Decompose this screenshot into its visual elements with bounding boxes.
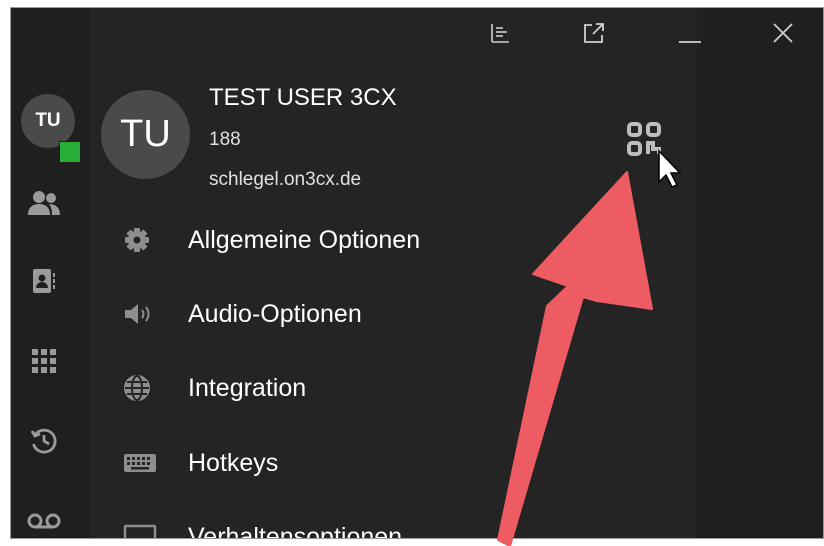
qr-code-icon[interactable] — [625, 120, 663, 158]
sidebar-avatar[interactable]: TU — [21, 94, 75, 148]
history-icon[interactable] — [27, 426, 61, 456]
status-indicator — [59, 141, 81, 163]
menu-item-general-options[interactable]: Allgemeine Optionen — [123, 218, 420, 262]
profile-name: TEST USER 3CX — [209, 84, 397, 111]
minimize-icon[interactable] — [675, 18, 705, 48]
menu-item-label: Verhaltensoptionen — [188, 522, 403, 539]
menu-item-integration[interactable]: Integration — [123, 366, 306, 410]
close-icon[interactable] — [768, 18, 798, 48]
menu-item-label: Hotkeys — [188, 448, 279, 477]
speaker-icon — [123, 299, 163, 329]
menu-item-label: Allgemeine Optionen — [188, 225, 421, 254]
profile-extension: 188 — [209, 129, 241, 150]
chart-icon[interactable] — [485, 18, 515, 48]
monitor-icon — [123, 522, 163, 538]
menu-item-behavior-options[interactable]: Verhaltensoptionen — [123, 515, 403, 539]
voicemail-icon[interactable] — [27, 506, 61, 536]
dialpad-icon[interactable] — [27, 346, 61, 376]
globe-icon — [123, 373, 163, 403]
profile-avatar-initials: TU — [120, 113, 171, 155]
keyboard-icon — [123, 448, 163, 478]
gear-icon — [123, 225, 163, 255]
menu-item-label: Audio-Optionen — [188, 299, 362, 328]
menu-item-label: Integration — [188, 373, 307, 402]
menu-item-audio-options[interactable]: Audio-Optionen — [123, 292, 362, 336]
sidebar-avatar-initials: TU — [35, 110, 61, 131]
pane-divider — [697, 48, 698, 538]
contacts-icon[interactable] — [27, 188, 61, 218]
profile-avatar[interactable]: TU — [101, 90, 190, 179]
menu-item-hotkeys[interactable]: Hotkeys — [123, 441, 278, 485]
app-window: TU TU TEST USER 3CX 188 schlegel.on3cx.d… — [10, 7, 824, 539]
profile-host: schlegel.on3cx.de — [209, 169, 362, 190]
popout-icon[interactable] — [579, 18, 609, 48]
right-pane — [697, 8, 823, 538]
address-book-icon[interactable] — [27, 266, 61, 296]
